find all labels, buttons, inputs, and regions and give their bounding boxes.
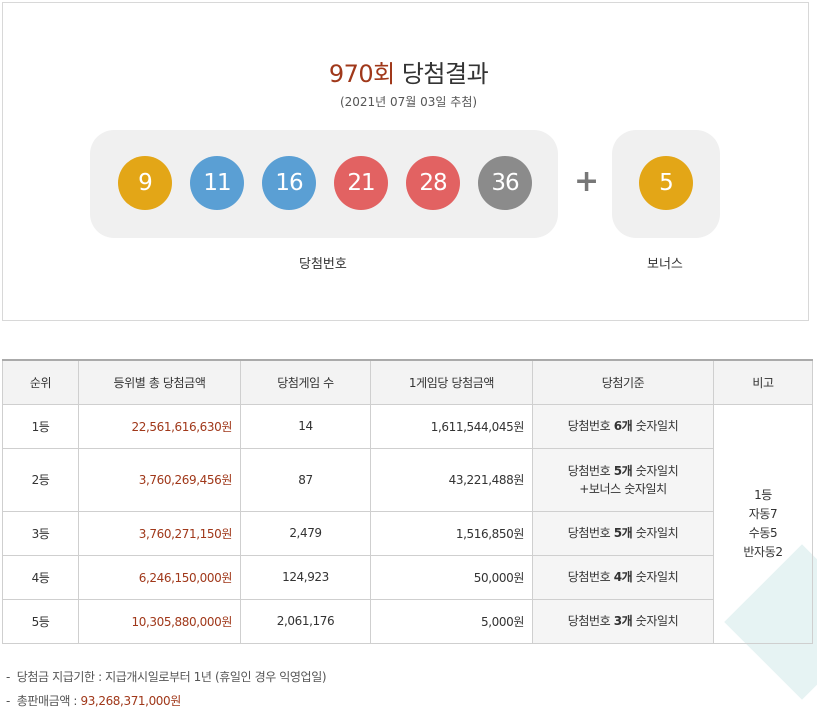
criteria-prefix: 당첨번호 xyxy=(567,526,614,540)
footer-notes: - 당첨금 지급기한 : 지급개시일로부터 1년 (휴일인 경우 익영업일) -… xyxy=(6,667,327,715)
criteria-bonus-line: +보너스 숫자일치 xyxy=(579,481,667,496)
column-header-winner-count: 당첨게임 수 xyxy=(240,359,371,405)
criteria-match-count: 4개 xyxy=(613,570,633,584)
table-header-row: 순위 등위별 총 당첨금액 당첨게임 수 1게임당 당첨금액 당첨기준 비고 xyxy=(2,359,813,405)
criteria-suffix: 숫자일치 xyxy=(632,419,679,433)
total-prize-cell: 6,246,150,000원 xyxy=(78,554,241,600)
criteria-suffix: 숫자일치 xyxy=(632,526,679,540)
note-line: 반자동2 xyxy=(743,544,783,559)
winner-count-cell: 124,923 xyxy=(240,554,371,600)
prize-per-game-cell: 1,611,544,045원 xyxy=(370,403,533,449)
rank-cell: 4등 xyxy=(2,554,79,600)
plus-icon: + xyxy=(574,164,600,199)
table-row: 1등 22,561,616,630원 14 1,611,544,045원 당첨번… xyxy=(2,403,813,644)
criteria-cell: 당첨번호 5개 숫자일치 xyxy=(532,510,714,556)
rank-cell: 2등 xyxy=(2,447,79,512)
winner-count-cell: 2,479 xyxy=(240,510,371,556)
prize-per-game-cell: 1,516,850원 xyxy=(370,510,533,556)
note-line: 수동5 xyxy=(748,525,778,540)
criteria-prefix: 당첨번호 xyxy=(567,570,614,584)
column-header-total-prize: 등위별 총 당첨금액 xyxy=(78,359,241,405)
note-cell: 1등 자동7 수동5 반자동2 xyxy=(713,403,813,644)
total-prize-cell: 22,561,616,630원 xyxy=(78,403,241,449)
rank-cell: 1등 xyxy=(2,403,79,449)
column-header-criteria: 당첨기준 xyxy=(532,359,714,405)
rank-cell: 5등 xyxy=(2,598,79,644)
table-row: 4등 6,246,150,000원 124,923 50,000원 당첨번호 4… xyxy=(2,554,813,600)
criteria-cell: 당첨번호 6개 숫자일치 xyxy=(532,403,714,449)
payment-deadline-text: 당첨금 지급기한 : 지급개시일로부터 1년 (휴일인 경우 익영업일) xyxy=(16,670,327,684)
round-number: 970회 xyxy=(328,60,395,88)
table-row: 5등 10,305,880,000원 2,061,176 5,000원 당첨번호… xyxy=(2,598,813,644)
prize-per-game-cell: 5,000원 xyxy=(370,598,533,644)
total-prize-cell: 3,760,271,150원 xyxy=(78,510,241,556)
prize-per-game-cell: 50,000원 xyxy=(370,554,533,600)
criteria-cell: 당첨번호 5개 숫자일치 +보너스 숫자일치 xyxy=(532,447,714,512)
column-header-prize-per-game: 1게임당 당첨금액 xyxy=(370,359,533,405)
total-prize-cell: 3,760,269,456원 xyxy=(78,447,241,512)
prize-per-game-cell: 43,221,488원 xyxy=(370,447,533,512)
winner-count-cell: 14 xyxy=(240,403,371,449)
column-header-rank: 순위 xyxy=(2,359,79,405)
criteria-suffix: 숫자일치 xyxy=(632,570,679,584)
total-sales-note: - 총판매금액 : 93,268,371,000원 xyxy=(6,694,181,708)
criteria-cell: 당첨번호 4개 숫자일치 xyxy=(532,554,714,600)
criteria-match-count: 5개 xyxy=(613,526,633,540)
winning-numbers-label: 당첨번호 xyxy=(299,257,347,272)
winning-ball-2: 11 xyxy=(190,156,244,210)
criteria-prefix: 당첨번호 xyxy=(567,614,614,628)
winning-ball-4: 21 xyxy=(334,156,388,210)
criteria-match-count: 5개 xyxy=(613,463,633,478)
criteria-suffix: 숫자일치 xyxy=(632,463,679,478)
total-sales-value: 93,268,371,000원 xyxy=(80,694,181,708)
note-line: 1등 xyxy=(754,487,772,502)
winning-ball-6: 36 xyxy=(478,156,532,210)
winner-count-cell: 2,061,176 xyxy=(240,598,371,644)
page-title: 970회 당첨결과 xyxy=(0,54,817,89)
winning-ball-5: 28 xyxy=(406,156,460,210)
payment-deadline-note: - 당첨금 지급기한 : 지급개시일로부터 1년 (휴일인 경우 익영업일) xyxy=(6,670,327,684)
criteria-match-count: 3개 xyxy=(613,614,633,628)
rank-cell: 3등 xyxy=(2,510,79,556)
criteria-match-count: 6개 xyxy=(613,419,633,433)
title-suffix: 당첨결과 xyxy=(401,60,489,88)
criteria-cell: 당첨번호 3개 숫자일치 xyxy=(532,598,714,644)
bonus-ball: 5 xyxy=(639,156,693,210)
winning-ball-1: 9 xyxy=(118,156,172,210)
column-header-note: 비고 xyxy=(713,359,813,405)
draw-date: (2021년 07월 03일 추첨) xyxy=(339,95,478,109)
prize-table: 순위 등위별 총 당첨금액 당첨게임 수 1게임당 당첨금액 당첨기준 비고 1… xyxy=(2,359,813,644)
criteria-prefix: 당첨번호 xyxy=(567,419,614,433)
winning-ball-3: 16 xyxy=(262,156,316,210)
criteria-suffix: 숫자일치 xyxy=(632,614,679,628)
table-row: 2등 3,760,269,456원 87 43,221,488원 당첨번호 5개… xyxy=(2,447,813,512)
winner-count-cell: 87 xyxy=(240,447,371,512)
bonus-label: 보너스 xyxy=(647,257,683,272)
total-sales-label: 총판매금액 : xyxy=(16,694,81,708)
note-line: 자동7 xyxy=(748,506,778,521)
total-prize-cell: 10,305,880,000원 xyxy=(78,598,241,644)
table-row: 3등 3,760,271,150원 2,479 1,516,850원 당첨번호 … xyxy=(2,510,813,556)
criteria-prefix: 당첨번호 xyxy=(567,463,614,478)
